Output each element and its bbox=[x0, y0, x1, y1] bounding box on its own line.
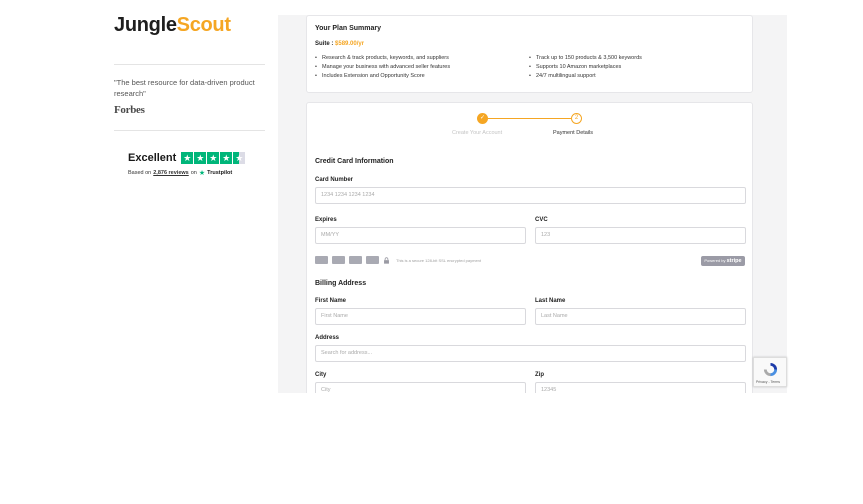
card-number-input[interactable]: 1234 1234 1234 1234 bbox=[315, 187, 746, 204]
cvc-label: CVC bbox=[535, 217, 548, 223]
recaptcha-badge[interactable]: Privacy - Terms bbox=[753, 357, 787, 387]
on-text: on bbox=[190, 170, 197, 176]
reviews-link[interactable]: 2,876 reviews bbox=[153, 170, 188, 176]
plan-feature: Manage your business with advanced selle… bbox=[315, 63, 450, 72]
checkout-stepper: ✓ 2 Create Your Account Payment Details bbox=[307, 111, 754, 141]
last-name-input[interactable]: Last Name bbox=[535, 308, 746, 325]
suite-separator: : bbox=[331, 41, 334, 47]
secure-payment-text: This is a secure 128-bit SSL encrypted p… bbox=[396, 257, 482, 263]
city-label: City bbox=[315, 372, 327, 378]
payment-form-card: ✓ 2 Create Your Account Payment Details … bbox=[306, 102, 753, 393]
zip-input[interactable]: 12345 bbox=[535, 382, 746, 393]
credit-card-icon bbox=[332, 256, 345, 264]
left-column: JungleScout "The best resource for data-… bbox=[114, 14, 265, 177]
plan-price: $589.00/yr bbox=[335, 41, 365, 47]
divider bbox=[114, 64, 265, 65]
plan-features-right: Track up to 150 products & 3,500 keyword… bbox=[529, 54, 642, 81]
credit-card-icon bbox=[366, 256, 379, 264]
checkout-panel: Your Plan Summary Suite : $589.00/yr Res… bbox=[278, 15, 787, 393]
check-icon: ✓ bbox=[477, 113, 488, 124]
city-input[interactable]: City bbox=[315, 382, 526, 393]
step-2-indicator: 2 bbox=[571, 113, 582, 124]
forbes-logo: Forbes bbox=[114, 104, 145, 116]
recaptcha-icon bbox=[763, 362, 778, 377]
trustpilot-star-icon: ★ bbox=[198, 170, 206, 177]
plan-feature: 24/7 multilingual support bbox=[529, 72, 642, 81]
suite-label: Suite bbox=[315, 41, 330, 47]
stepper-line bbox=[488, 118, 571, 119]
trustpilot-rating-label: Excellent bbox=[128, 152, 177, 164]
jungle-scout-logo[interactable]: JungleScout bbox=[114, 14, 265, 36]
expires-label: Expires bbox=[315, 217, 337, 223]
card-number-label: Card Number bbox=[315, 177, 354, 183]
based-on-text: Based on bbox=[128, 170, 152, 176]
trustpilot-stars: ★ ★ ★ ★ ★ bbox=[181, 152, 246, 164]
credit-card-icon bbox=[349, 256, 362, 264]
plan-suite: Suite : $589.00/yr bbox=[315, 41, 364, 47]
zip-label: Zip bbox=[535, 372, 544, 378]
plan-feature: Includes Extension and Opportunity Score bbox=[315, 72, 450, 81]
address-label: Address bbox=[315, 335, 340, 341]
plan-feature: Supports 10 Amazon marketplaces bbox=[529, 63, 642, 72]
accepted-cards: This is a secure 128-bit SSL encrypted p… bbox=[315, 256, 481, 264]
star-icon: ★ bbox=[220, 152, 233, 164]
first-name-input[interactable]: First Name bbox=[315, 308, 526, 325]
last-name-label: Last Name bbox=[535, 298, 566, 304]
star-half-icon: ★ bbox=[233, 152, 246, 164]
recaptcha-links[interactable]: Privacy - Terms bbox=[756, 380, 780, 384]
stripe-wordmark: stripe bbox=[726, 258, 742, 264]
first-name-label: First Name bbox=[315, 298, 347, 304]
plan-feature: Research & track products, keywords, and… bbox=[315, 54, 450, 63]
powered-by-text: Powered by bbox=[704, 258, 726, 263]
cvc-input[interactable]: 123 bbox=[535, 227, 746, 244]
plan-summary-card: Your Plan Summary Suite : $589.00/yr Res… bbox=[306, 15, 753, 93]
logo-scout: Scout bbox=[176, 14, 231, 36]
star-icon: ★ bbox=[207, 152, 220, 164]
credit-card-icon bbox=[315, 256, 328, 264]
lock-icon bbox=[383, 256, 390, 264]
expires-input[interactable]: MM/YY bbox=[315, 227, 526, 244]
billing-section-title: Billing Address bbox=[315, 280, 367, 287]
logo-jungle: Jungle bbox=[114, 14, 177, 36]
trustpilot-widget[interactable]: Excellent ★ ★ ★ ★ ★ Based on 2,876 revie… bbox=[128, 152, 258, 177]
star-icon: ★ bbox=[194, 152, 207, 164]
plan-features-left: Research & track products, keywords, and… bbox=[315, 54, 450, 81]
credit-card-section-title: Credit Card Information bbox=[315, 158, 394, 165]
step-1-label: Create Your Account bbox=[452, 130, 503, 136]
address-search-input[interactable]: Search for address... bbox=[315, 345, 746, 362]
star-icon: ★ bbox=[181, 152, 194, 164]
testimonial-quote: "The best resource for data-driven produ… bbox=[114, 78, 255, 98]
plan-summary-title: Your Plan Summary bbox=[315, 25, 382, 32]
divider bbox=[114, 130, 265, 131]
trustpilot-brand: Trustpilot bbox=[207, 170, 233, 176]
step-2-label: Payment Details bbox=[553, 130, 594, 136]
powered-by-stripe-badge[interactable]: Powered by stripe bbox=[701, 256, 745, 266]
plan-feature: Track up to 150 products & 3,500 keyword… bbox=[529, 54, 642, 63]
